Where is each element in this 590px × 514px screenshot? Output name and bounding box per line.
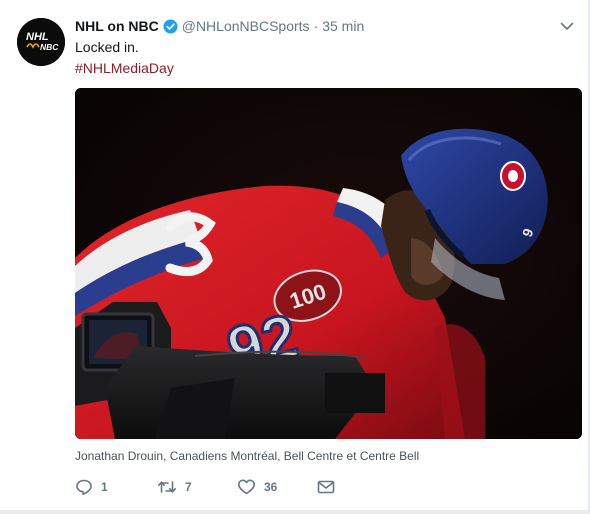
reply-icon [75,478,93,496]
header-separator: · [313,18,319,34]
author-avatar[interactable]: NHL NBC [17,18,65,66]
photo-caption: Jonathan Drouin, Canadiens Montréal, Bel… [75,449,420,463]
retweet-button[interactable]: 7 [157,476,237,498]
chevron-down-icon[interactable] [558,17,576,35]
author-name[interactable]: NHL on NBC [75,16,159,36]
tweet-text: Locked in. [75,39,139,55]
tweet-card[interactable]: NHL NBC NHL on NBC @NHLonNBCSports · 35 … [0,0,589,511]
tweet-actions: 1 7 36 [75,476,335,498]
tweet-photo[interactable]: 100 92 9 [75,88,582,439]
tweet-header: NHL on NBC @NHLonNBCSports · 35 min [75,15,574,37]
reply-button[interactable]: 1 [75,476,157,498]
like-button[interactable]: 36 [237,476,317,498]
hashtag-link[interactable]: #NHLMediaDay [75,58,174,78]
heart-icon [237,478,256,496]
retweet-icon [157,478,177,496]
reply-count: 1 [101,480,108,494]
retweet-count: 7 [185,480,192,494]
avatar-logo-text-2: NBC [40,42,59,52]
author-handle[interactable]: @NHLonNBCSports [182,16,310,36]
direct-message-button[interactable] [317,476,335,498]
verified-badge-icon [163,19,178,34]
tweet-timestamp[interactable]: 35 min [322,16,364,36]
like-count: 36 [264,480,278,494]
mail-icon [317,479,335,495]
